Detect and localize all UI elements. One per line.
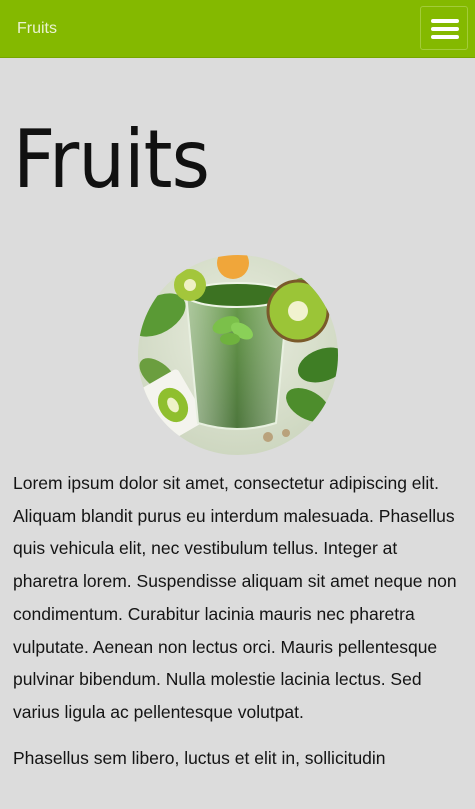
paragraph: Lorem ipsum dolor sit amet, consectetur … [13,473,457,722]
menu-toggle-button[interactable] [420,6,468,50]
fruit-image [138,255,338,455]
top-navbar: Fruits [0,0,475,58]
page: Fruits Fruits Lorem ipsum dolor sit amet… [0,0,475,809]
brand-link[interactable]: Fruits [17,19,57,39]
article-content: Lorem ipsum dolor sit amet, consectetur … [13,467,461,787]
smoothie-picture [138,255,338,455]
page-title: Fruits [13,113,210,206]
paragraph: Phasellus sem libero, luctus et elit in,… [13,747,386,768]
